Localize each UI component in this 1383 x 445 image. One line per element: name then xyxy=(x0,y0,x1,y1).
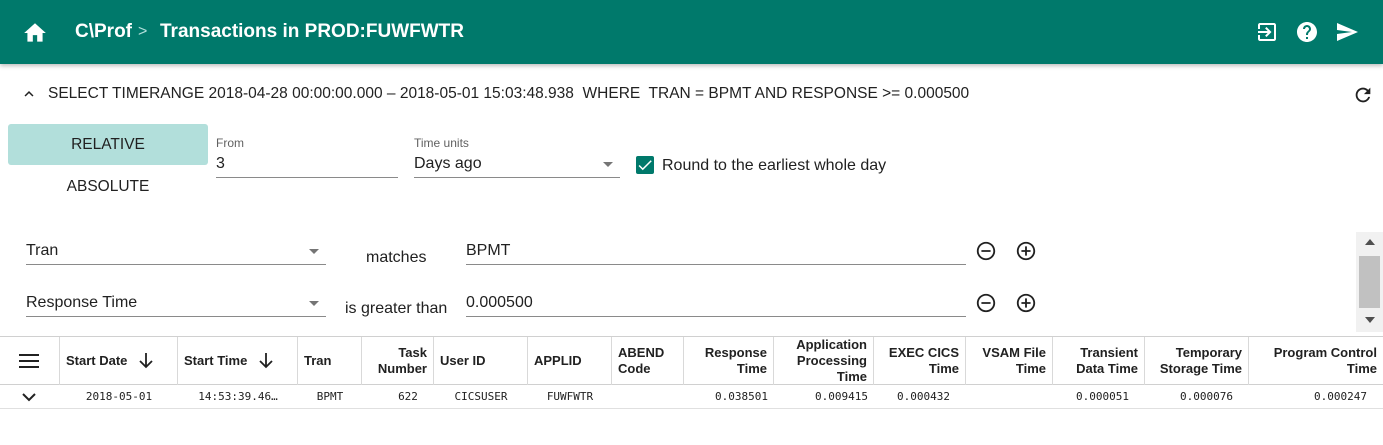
query-summary: SELECT TIMERANGE 2018-04-28 00:00:00.000… xyxy=(48,85,970,102)
column-header-applid[interactable]: APPLID xyxy=(528,337,612,385)
condition-value-underline xyxy=(466,264,966,265)
sort-descending-icon[interactable] xyxy=(139,353,154,369)
remove-condition-icon[interactable] xyxy=(975,240,997,262)
cell-abend-code xyxy=(612,385,684,409)
cell-start-date: 2018-05-01 xyxy=(85,390,153,403)
column-header-response-time[interactable]: Response Time xyxy=(684,337,774,385)
condition-value-underline xyxy=(466,316,966,317)
scroll-down-icon[interactable] xyxy=(1365,317,1375,323)
condition-field-dropdown-icon[interactable] xyxy=(309,301,319,306)
column-header-user-id[interactable]: User ID xyxy=(434,337,528,385)
cell-response-time: 0.038501 xyxy=(715,390,768,403)
round-checkbox-label: Round to the earliest whole day xyxy=(662,157,887,174)
exit-icon[interactable] xyxy=(1255,20,1279,44)
scroll-thumb[interactable] xyxy=(1359,256,1380,308)
help-icon[interactable] xyxy=(1295,20,1319,44)
cell-application-processing-time: 0.009415 xyxy=(815,390,868,403)
cell-user-id: CICSUSER xyxy=(454,390,508,403)
remove-condition-icon[interactable] xyxy=(975,292,997,314)
cell-applid: FUWFWTR xyxy=(546,390,594,403)
cell-transient-data-time: 0.000051 xyxy=(1076,390,1129,403)
check-icon xyxy=(638,160,652,171)
cell-vsam-file-time xyxy=(966,385,1053,409)
add-condition-icon[interactable] xyxy=(1015,292,1037,314)
column-menu-cell xyxy=(0,337,60,385)
time-units-select[interactable]: Days ago xyxy=(414,155,482,173)
condition-field-dropdown-icon[interactable] xyxy=(309,249,319,254)
condition-field-select[interactable]: Response Time xyxy=(26,294,137,312)
column-header-task-number[interactable]: Task Number xyxy=(362,337,434,385)
table-row[interactable]: 2018-05-01 14:53:39.46… BPMT 622 CICSUSE… xyxy=(0,385,1383,409)
condition-value-input[interactable]: BPMT xyxy=(466,242,510,260)
conditions-scrollbar[interactable] xyxy=(1356,232,1383,332)
condition-field-underline xyxy=(26,316,326,317)
transactions-table: Start Date Start Time Tran Task Number U… xyxy=(0,336,1383,445)
round-checkbox[interactable] xyxy=(636,156,654,174)
page-title: Transactions in PROD:FUWFWTR xyxy=(160,21,464,42)
column-header-label: Start Time xyxy=(184,353,248,368)
time-units-dropdown-icon[interactable] xyxy=(603,162,613,167)
send-icon[interactable] xyxy=(1335,20,1359,44)
from-underline xyxy=(216,177,398,178)
column-header-temporary-storage-time[interactable]: Temporary Storage Time xyxy=(1145,337,1249,385)
relative-button[interactable]: RELATIVE xyxy=(8,124,208,165)
chevron-down-icon[interactable] xyxy=(22,391,36,403)
table-header-row: Start Date Start Time Tran Task Number U… xyxy=(0,337,1383,385)
condition-value-input[interactable]: 0.000500 xyxy=(466,294,533,312)
from-label: From xyxy=(216,136,244,150)
absolute-button[interactable]: ABSOLUTE xyxy=(8,166,208,207)
from-input[interactable]: 3 xyxy=(216,155,225,173)
column-header-transient-data-time[interactable]: Transient Data Time xyxy=(1053,337,1145,385)
scroll-up-icon[interactable] xyxy=(1365,239,1375,245)
home-icon[interactable] xyxy=(22,20,48,46)
cell-exec-cics-time: 0.000432 xyxy=(897,390,950,403)
condition-operator: matches xyxy=(366,249,427,266)
column-header-abend-code[interactable]: ABEND Code xyxy=(612,337,684,385)
column-header-vsam-file-time[interactable]: VSAM File Time xyxy=(966,337,1053,385)
column-header-label: Start Date xyxy=(66,353,128,368)
column-header-start-time[interactable]: Start Time xyxy=(178,337,298,385)
cell-program-control-time: 0.000247 xyxy=(1314,390,1367,403)
column-header-exec-cics-time[interactable]: EXEC CICS Time xyxy=(874,337,966,385)
condition-field-underline xyxy=(26,264,326,265)
time-units-label: Time units xyxy=(414,136,469,150)
condition-field-select[interactable]: Tran xyxy=(26,242,58,260)
cell-tran: BPMT xyxy=(316,390,344,403)
breadcrumb-separator: > xyxy=(138,23,148,40)
cell-temporary-storage-time: 0.000076 xyxy=(1180,390,1233,403)
top-app-bar: C\Prof > Transactions in PROD:FUWFWTR xyxy=(0,0,1383,64)
add-condition-icon[interactable] xyxy=(1015,240,1037,262)
cell-start-time: 14:53:39.46… xyxy=(198,390,278,403)
condition-operator: is greater than xyxy=(345,300,448,317)
column-header-application-processing-time[interactable]: Application Processing Time xyxy=(774,337,874,385)
chevron-up-icon[interactable] xyxy=(20,85,38,103)
time-units-underline xyxy=(414,177,620,178)
column-header-program-control-time[interactable]: Program Control Time xyxy=(1249,337,1383,385)
sort-descending-icon[interactable] xyxy=(259,353,273,369)
column-header-start-date[interactable]: Start Date xyxy=(60,337,178,385)
breadcrumb-root[interactable]: C\Prof xyxy=(75,21,132,43)
menu-icon[interactable] xyxy=(19,354,39,368)
column-header-tran[interactable]: Tran xyxy=(298,337,362,385)
refresh-icon[interactable] xyxy=(1352,84,1374,106)
